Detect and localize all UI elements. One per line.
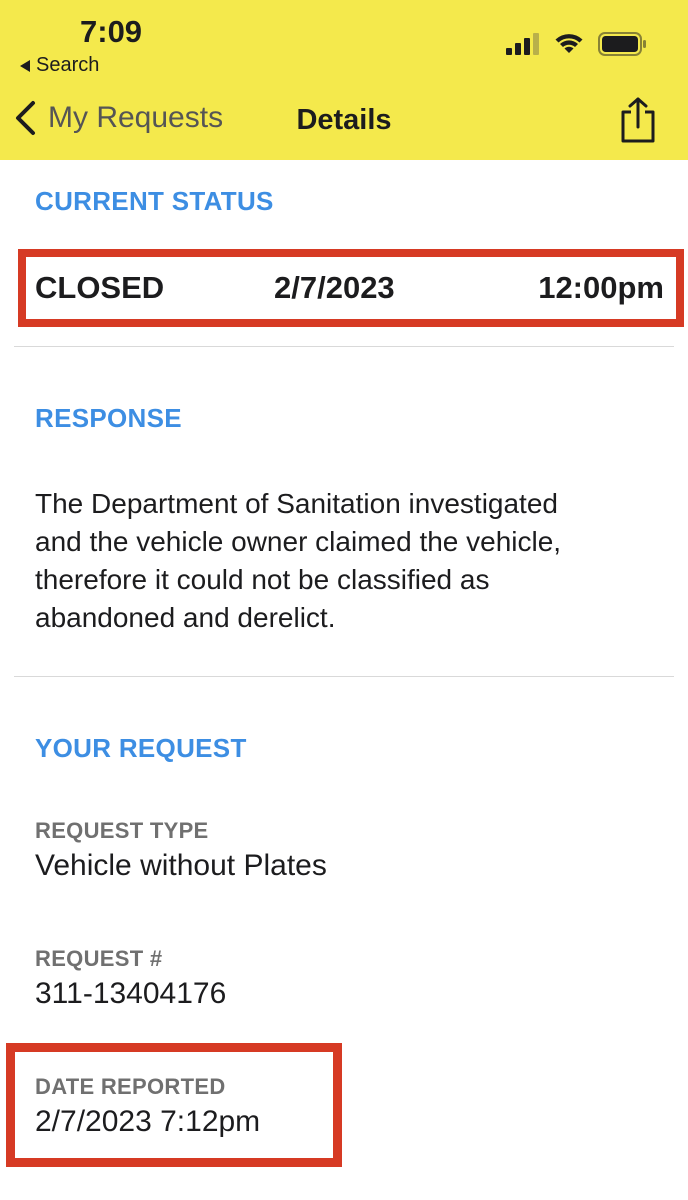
- response-text: The Department of Sanitation investigate…: [35, 485, 655, 637]
- response-line: therefore it could not be classified as: [35, 564, 490, 595]
- back-to-app-link[interactable]: Search: [20, 54, 99, 77]
- share-button[interactable]: [618, 96, 658, 149]
- date-reported-block: DATE REPORTED 2/7/2023 7:12pm: [6, 1043, 342, 1167]
- share-icon: [621, 97, 655, 143]
- current-status-heading: CURRENT STATUS: [35, 186, 274, 216]
- chevron-left-icon: [16, 101, 35, 135]
- page-title-text: Details: [296, 104, 392, 136]
- request-number-label: REQUEST #: [35, 946, 163, 971]
- request-number-value: 311-13404176: [35, 977, 227, 1010]
- status-time-closed: 12:00pm: [538, 270, 664, 305]
- response-line: and the vehicle owner claimed the vehicl…: [35, 526, 562, 557]
- back-app-label: Search: [36, 54, 100, 76]
- status-icons: [506, 32, 648, 56]
- status-date: 2/7/2023: [274, 270, 395, 305]
- back-label: My Requests: [48, 101, 224, 134]
- date-reported-label: DATE REPORTED: [35, 1074, 226, 1099]
- divider: [14, 676, 674, 677]
- date-reported-value: 2/7/2023 7:12pm: [35, 1105, 261, 1138]
- back-triangle-icon: [20, 59, 30, 72]
- current-status-row: CLOSED 2/7/2023 12:00pm: [18, 249, 684, 327]
- your-request-heading: YOUR REQUEST: [35, 733, 247, 763]
- my-requests-back-button[interactable]: My Requests: [14, 100, 223, 136]
- response-line: abandoned and derelict.: [35, 602, 336, 633]
- signal-icon: [506, 33, 539, 55]
- response-line: The Department of Sanitation investigate…: [35, 488, 558, 519]
- nav-header: 7:09 Search My Requests Details: [0, 0, 688, 160]
- battery-icon: [598, 32, 646, 56]
- wifi-icon: [555, 34, 583, 53]
- request-type-value: Vehicle without Plates: [35, 849, 327, 882]
- request-type-label: REQUEST TYPE: [35, 818, 209, 843]
- status-time: 7:09: [80, 14, 143, 49]
- status-state: CLOSED: [35, 270, 165, 305]
- response-heading: RESPONSE: [35, 403, 182, 433]
- divider: [14, 346, 674, 347]
